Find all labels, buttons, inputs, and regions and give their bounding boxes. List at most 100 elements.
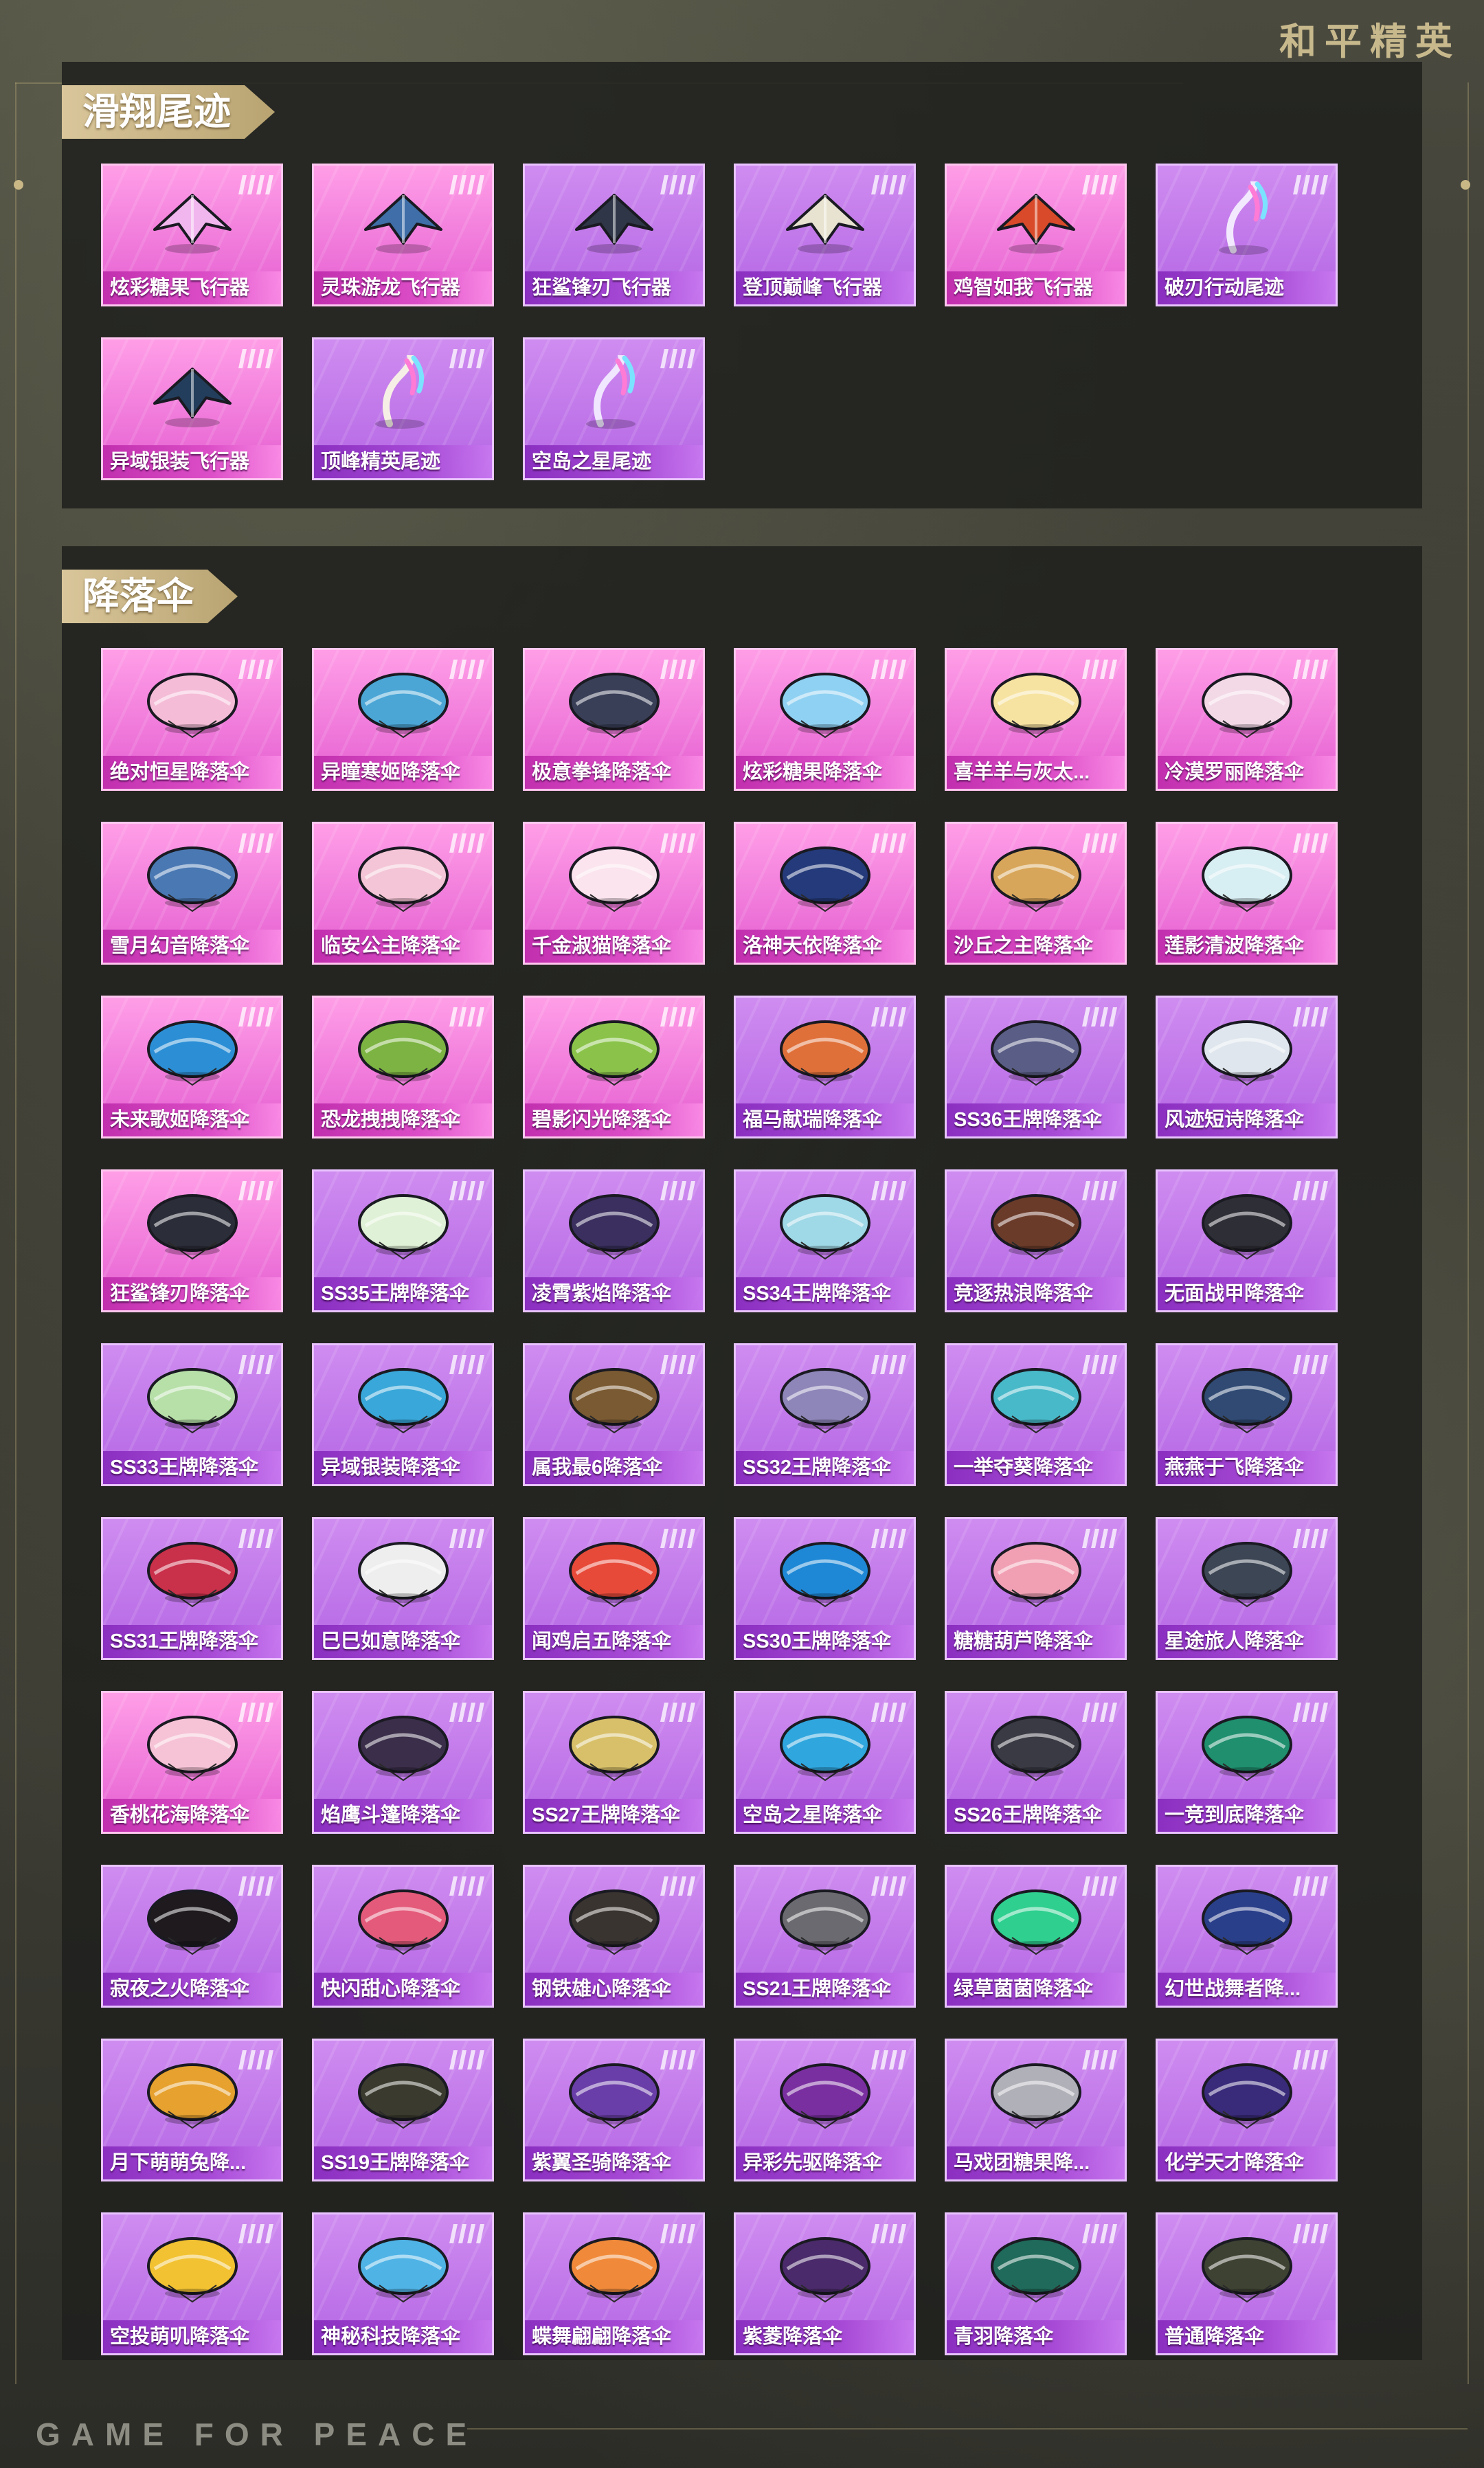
- parachute-icon: [985, 2230, 1088, 2306]
- rarity-bars: [660, 175, 695, 194]
- item-card[interactable]: 焰鹰斗篷降落伞: [312, 1691, 494, 1834]
- item-card[interactable]: SS27王牌降落伞: [523, 1691, 705, 1834]
- item-card[interactable]: 香桃花海降落伞: [101, 1691, 283, 1834]
- item-card[interactable]: 一竞到底降落伞: [1156, 1691, 1338, 1834]
- item-name: 蝶舞翩翩降落伞: [532, 2326, 672, 2348]
- item-card[interactable]: 燕燕于飞降落伞: [1156, 1343, 1338, 1486]
- item-card[interactable]: 千金淑猫降落伞: [523, 822, 705, 965]
- glider-icon: [141, 181, 244, 257]
- item-card[interactable]: 极意拳锋降落伞: [523, 648, 705, 791]
- item-card[interactable]: 灵珠游龙飞行器: [312, 164, 494, 306]
- parachute-icon: [985, 1361, 1088, 1437]
- rarity-bars: [1293, 1181, 1328, 1200]
- rarity-bars: [871, 660, 906, 679]
- item-card[interactable]: SS35王牌降落伞: [312, 1169, 494, 1312]
- item-card[interactable]: 青羽降落伞: [945, 2212, 1127, 2355]
- frame-line-bottom: [467, 2428, 1468, 2430]
- item-card[interactable]: 钢铁雄心降落伞: [523, 1865, 705, 2008]
- item-card[interactable]: 喜羊羊与灰太...: [945, 648, 1127, 791]
- item-card[interactable]: 快闪甜心降落伞: [312, 1865, 494, 2008]
- glider-icon: [774, 181, 877, 257]
- item-card[interactable]: SS30王牌降落伞: [734, 1517, 916, 1660]
- item-card[interactable]: 异域银装降落伞: [312, 1343, 494, 1486]
- item-card[interactable]: SS19王牌降落伞: [312, 2039, 494, 2181]
- item-card[interactable]: 异瞳寒姬降落伞: [312, 648, 494, 791]
- item-card[interactable]: SS31王牌降落伞: [101, 1517, 283, 1660]
- item-card[interactable]: 幻世战舞者降...: [1156, 1865, 1338, 2008]
- item-card[interactable]: 福马献瑞降落伞: [734, 996, 916, 1138]
- parachute-icon: [141, 840, 244, 915]
- item-card[interactable]: 炫彩糖果降落伞: [734, 648, 916, 791]
- item-card[interactable]: 绿草菌菌降落伞: [945, 1865, 1127, 2008]
- item-card[interactable]: 紫菱降落伞: [734, 2212, 916, 2355]
- item-card[interactable]: 蝶舞翩翩降落伞: [523, 2212, 705, 2355]
- rarity-bars: [1082, 2224, 1117, 2243]
- item-card[interactable]: SS32王牌降落伞: [734, 1343, 916, 1486]
- item-card[interactable]: 临安公主降落伞: [312, 822, 494, 965]
- item-card[interactable]: 狂鲨锋刃降落伞: [101, 1169, 283, 1312]
- item-card[interactable]: 无面战甲降落伞: [1156, 1169, 1338, 1312]
- item-card[interactable]: 空岛之星尾迹: [523, 337, 705, 480]
- rarity-bars: [871, 1181, 906, 1200]
- parachute-icon: [774, 1709, 877, 1784]
- item-name: 一竞到底降落伞: [1165, 1804, 1305, 1826]
- parachute-icon: [352, 2056, 455, 2132]
- rarity-bars: [660, 2224, 695, 2243]
- item-card[interactable]: 马戏团糖果降...: [945, 2039, 1127, 2181]
- item-card[interactable]: 狂鲨锋刃飞行器: [523, 164, 705, 306]
- item-card[interactable]: 莲影清波降落伞: [1156, 822, 1338, 965]
- item-card[interactable]: 星途旅人降落伞: [1156, 1517, 1338, 1660]
- item-card[interactable]: 凌霄紫焰降落伞: [523, 1169, 705, 1312]
- rarity-bars: [449, 1876, 484, 1896]
- rarity-bars: [1293, 660, 1328, 679]
- item-card[interactable]: SS36王牌降落伞: [945, 996, 1127, 1138]
- item-card[interactable]: 空投萌叽降落伞: [101, 2212, 283, 2355]
- item-card[interactable]: 鸡智如我飞行器: [945, 164, 1127, 306]
- item-name: SS35王牌降落伞: [321, 1283, 469, 1305]
- item-name: 雪月幻音降落伞: [110, 935, 250, 957]
- parachute-icon: [1195, 1361, 1298, 1437]
- item-card[interactable]: 竞逐热浪降落伞: [945, 1169, 1127, 1312]
- rarity-bars: [1293, 1355, 1328, 1374]
- item-card[interactable]: 寂夜之火降落伞: [101, 1865, 283, 2008]
- item-card[interactable]: 恐龙拽拽降落伞: [312, 996, 494, 1138]
- item-card[interactable]: 登顶巅峰飞行器: [734, 164, 916, 306]
- item-card[interactable]: 神秘科技降落伞: [312, 2212, 494, 2355]
- item-card[interactable]: 洛神天依降落伞: [734, 822, 916, 965]
- item-card[interactable]: 异彩先驱降落伞: [734, 2039, 916, 2181]
- item-card[interactable]: SS33王牌降落伞: [101, 1343, 283, 1486]
- item-card[interactable]: 未来歌姬降落伞: [101, 996, 283, 1138]
- item-card[interactable]: 沙丘之主降落伞: [945, 822, 1127, 965]
- item-card[interactable]: 一举夺葵降落伞: [945, 1343, 1127, 1486]
- item-card[interactable]: 普通降落伞: [1156, 2212, 1338, 2355]
- item-card[interactable]: SS34王牌降落伞: [734, 1169, 916, 1312]
- item-card[interactable]: 月下萌萌兔降...: [101, 2039, 283, 2181]
- parachute-icon: [1195, 666, 1298, 741]
- rarity-bars: [660, 2050, 695, 2069]
- item-card[interactable]: 糖糖葫芦降落伞: [945, 1517, 1127, 1660]
- item-card[interactable]: 异域银装飞行器: [101, 337, 283, 480]
- item-card[interactable]: 破刃行动尾迹: [1156, 164, 1338, 306]
- item-card[interactable]: 炫彩糖果飞行器: [101, 164, 283, 306]
- item-card[interactable]: 属我最6降落伞: [523, 1343, 705, 1486]
- item-card[interactable]: 顶峰精英尾迹: [312, 337, 494, 480]
- item-card[interactable]: 化学天才降落伞: [1156, 2039, 1338, 2181]
- item-card[interactable]: 空岛之星降落伞: [734, 1691, 916, 1834]
- parachute-icon: [141, 2230, 244, 2306]
- item-name: SS33王牌降落伞: [110, 1457, 258, 1479]
- item-card[interactable]: SS26王牌降落伞: [945, 1691, 1127, 1834]
- item-card[interactable]: 巳巳如意降落伞: [312, 1517, 494, 1660]
- rarity-bars: [660, 1355, 695, 1374]
- item-card[interactable]: 闻鸡启五降落伞: [523, 1517, 705, 1660]
- item-name: 风迹短诗降落伞: [1165, 1109, 1305, 1131]
- item-card[interactable]: 冷漠罗丽降落伞: [1156, 648, 1338, 791]
- item-card[interactable]: 碧影闪光降落伞: [523, 996, 705, 1138]
- item-card[interactable]: SS21王牌降落伞: [734, 1865, 916, 2008]
- trail-icon: [1195, 178, 1298, 257]
- item-card[interactable]: 紫翼圣骑降落伞: [523, 2039, 705, 2181]
- parachute-icon: [1195, 1187, 1298, 1263]
- item-card[interactable]: 风迹短诗降落伞: [1156, 996, 1338, 1138]
- item-name: SS21王牌降落伞: [743, 1978, 891, 2000]
- item-card[interactable]: 雪月幻音降落伞: [101, 822, 283, 965]
- item-card[interactable]: 绝对恒星降落伞: [101, 648, 283, 791]
